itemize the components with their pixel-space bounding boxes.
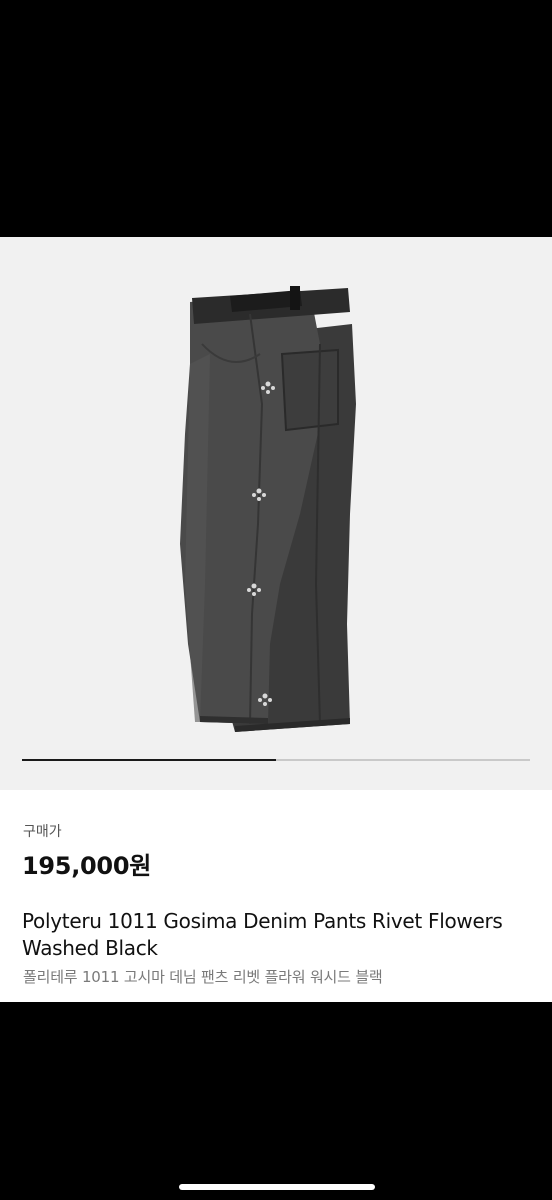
home-indicator[interactable] (179, 1184, 375, 1190)
price: 195,000원 (22, 852, 151, 880)
product-title: Polyteru 1011 Gosima Denim Pants Rivet F… (22, 909, 503, 960)
price-label: 구매가 (23, 824, 62, 840)
product-image-gallery[interactable] (0, 237, 552, 790)
product-subtitle: 폴리테루 1011 고시마 데님 팬츠 리벳 플라워 워시드 블랙 (23, 968, 383, 986)
product-image (180, 286, 356, 732)
top-black-area (0, 0, 552, 237)
product-info: 구매가 195,000원 Polyteru 1011 Gosima Denim … (0, 790, 552, 1002)
bottom-black-area (0, 1002, 552, 1200)
image-progress-fill (22, 759, 276, 761)
image-progress-track (22, 759, 530, 761)
